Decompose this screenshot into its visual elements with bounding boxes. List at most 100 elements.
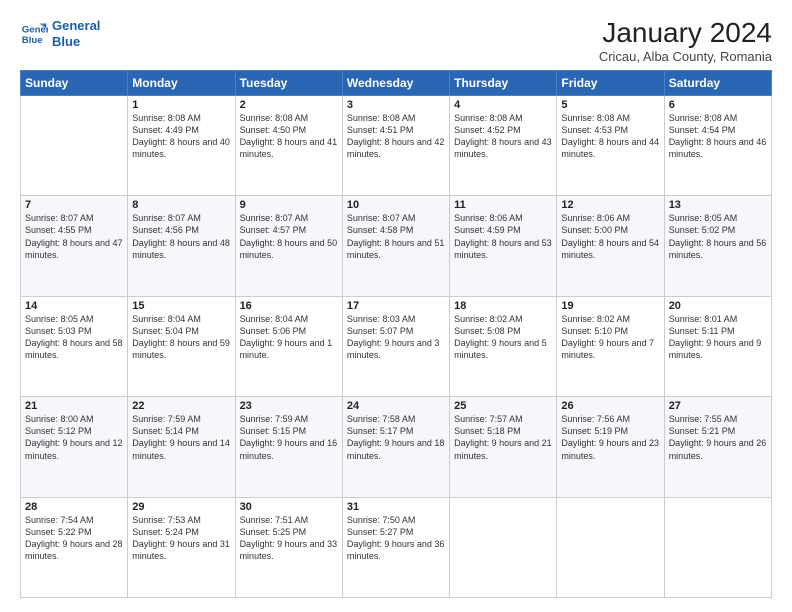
col-thursday: Thursday bbox=[450, 70, 557, 95]
table-row: 15Sunrise: 8:04 AMSunset: 5:04 PMDayligh… bbox=[128, 296, 235, 396]
day-number: 5 bbox=[561, 99, 659, 111]
day-number: 21 bbox=[25, 400, 123, 412]
day-details: Sunrise: 7:50 AMSunset: 5:27 PMDaylight:… bbox=[347, 514, 445, 563]
page-subtitle: Cricau, Alba County, Romania bbox=[599, 49, 772, 64]
table-row: 31Sunrise: 7:50 AMSunset: 5:27 PMDayligh… bbox=[342, 497, 449, 597]
day-number: 29 bbox=[132, 501, 230, 513]
day-details: Sunrise: 8:07 AMSunset: 4:57 PMDaylight:… bbox=[240, 212, 338, 261]
table-row: 23Sunrise: 7:59 AMSunset: 5:15 PMDayligh… bbox=[235, 397, 342, 497]
logo-line2: Blue bbox=[52, 34, 100, 50]
page: General Blue General Blue January 2024 C… bbox=[0, 0, 792, 612]
table-row: 26Sunrise: 7:56 AMSunset: 5:19 PMDayligh… bbox=[557, 397, 664, 497]
day-details: Sunrise: 8:00 AMSunset: 5:12 PMDaylight:… bbox=[25, 413, 123, 462]
col-tuesday: Tuesday bbox=[235, 70, 342, 95]
day-details: Sunrise: 7:55 AMSunset: 5:21 PMDaylight:… bbox=[669, 413, 767, 462]
day-number: 15 bbox=[132, 300, 230, 312]
day-number: 3 bbox=[347, 99, 445, 111]
title-block: January 2024 Cricau, Alba County, Romani… bbox=[599, 18, 772, 64]
col-sunday: Sunday bbox=[21, 70, 128, 95]
day-number: 23 bbox=[240, 400, 338, 412]
table-row: 30Sunrise: 7:51 AMSunset: 5:25 PMDayligh… bbox=[235, 497, 342, 597]
day-number: 4 bbox=[454, 99, 552, 111]
col-wednesday: Wednesday bbox=[342, 70, 449, 95]
calendar-table: Sunday Monday Tuesday Wednesday Thursday… bbox=[20, 70, 772, 598]
day-number: 10 bbox=[347, 199, 445, 211]
day-details: Sunrise: 8:08 AMSunset: 4:50 PMDaylight:… bbox=[240, 112, 338, 161]
day-details: Sunrise: 8:06 AMSunset: 4:59 PMDaylight:… bbox=[454, 212, 552, 261]
day-details: Sunrise: 7:56 AMSunset: 5:19 PMDaylight:… bbox=[561, 413, 659, 462]
day-details: Sunrise: 7:59 AMSunset: 5:14 PMDaylight:… bbox=[132, 413, 230, 462]
day-number: 27 bbox=[669, 400, 767, 412]
table-row: 17Sunrise: 8:03 AMSunset: 5:07 PMDayligh… bbox=[342, 296, 449, 396]
day-number: 24 bbox=[347, 400, 445, 412]
table-row: 19Sunrise: 8:02 AMSunset: 5:10 PMDayligh… bbox=[557, 296, 664, 396]
day-details: Sunrise: 7:59 AMSunset: 5:15 PMDaylight:… bbox=[240, 413, 338, 462]
day-details: Sunrise: 8:07 AMSunset: 4:58 PMDaylight:… bbox=[347, 212, 445, 261]
calendar-week-row: 7Sunrise: 8:07 AMSunset: 4:55 PMDaylight… bbox=[21, 196, 772, 296]
day-details: Sunrise: 8:03 AMSunset: 5:07 PMDaylight:… bbox=[347, 313, 445, 362]
svg-text:Blue: Blue bbox=[22, 34, 43, 45]
day-details: Sunrise: 8:08 AMSunset: 4:49 PMDaylight:… bbox=[132, 112, 230, 161]
day-details: Sunrise: 7:57 AMSunset: 5:18 PMDaylight:… bbox=[454, 413, 552, 462]
day-number: 8 bbox=[132, 199, 230, 211]
day-number: 22 bbox=[132, 400, 230, 412]
table-row: 8Sunrise: 8:07 AMSunset: 4:56 PMDaylight… bbox=[128, 196, 235, 296]
day-number: 19 bbox=[561, 300, 659, 312]
table-row: 14Sunrise: 8:05 AMSunset: 5:03 PMDayligh… bbox=[21, 296, 128, 396]
calendar-week-row: 28Sunrise: 7:54 AMSunset: 5:22 PMDayligh… bbox=[21, 497, 772, 597]
day-details: Sunrise: 7:53 AMSunset: 5:24 PMDaylight:… bbox=[132, 514, 230, 563]
table-row: 9Sunrise: 8:07 AMSunset: 4:57 PMDaylight… bbox=[235, 196, 342, 296]
day-number: 17 bbox=[347, 300, 445, 312]
table-row bbox=[557, 497, 664, 597]
day-number: 16 bbox=[240, 300, 338, 312]
day-details: Sunrise: 8:05 AMSunset: 5:02 PMDaylight:… bbox=[669, 212, 767, 261]
table-row: 12Sunrise: 8:06 AMSunset: 5:00 PMDayligh… bbox=[557, 196, 664, 296]
day-number: 2 bbox=[240, 99, 338, 111]
table-row: 7Sunrise: 8:07 AMSunset: 4:55 PMDaylight… bbox=[21, 196, 128, 296]
day-details: Sunrise: 7:58 AMSunset: 5:17 PMDaylight:… bbox=[347, 413, 445, 462]
table-row: 16Sunrise: 8:04 AMSunset: 5:06 PMDayligh… bbox=[235, 296, 342, 396]
calendar-week-row: 21Sunrise: 8:00 AMSunset: 5:12 PMDayligh… bbox=[21, 397, 772, 497]
day-details: Sunrise: 8:06 AMSunset: 5:00 PMDaylight:… bbox=[561, 212, 659, 261]
table-row bbox=[664, 497, 771, 597]
day-details: Sunrise: 8:02 AMSunset: 5:10 PMDaylight:… bbox=[561, 313, 659, 362]
calendar-week-row: 1Sunrise: 8:08 AMSunset: 4:49 PMDaylight… bbox=[21, 95, 772, 195]
table-row bbox=[21, 95, 128, 195]
day-details: Sunrise: 8:07 AMSunset: 4:55 PMDaylight:… bbox=[25, 212, 123, 261]
day-details: Sunrise: 7:54 AMSunset: 5:22 PMDaylight:… bbox=[25, 514, 123, 563]
day-details: Sunrise: 8:02 AMSunset: 5:08 PMDaylight:… bbox=[454, 313, 552, 362]
day-details: Sunrise: 7:51 AMSunset: 5:25 PMDaylight:… bbox=[240, 514, 338, 563]
day-number: 26 bbox=[561, 400, 659, 412]
table-row: 28Sunrise: 7:54 AMSunset: 5:22 PMDayligh… bbox=[21, 497, 128, 597]
day-number: 14 bbox=[25, 300, 123, 312]
day-details: Sunrise: 8:05 AMSunset: 5:03 PMDaylight:… bbox=[25, 313, 123, 362]
table-row: 13Sunrise: 8:05 AMSunset: 5:02 PMDayligh… bbox=[664, 196, 771, 296]
col-monday: Monday bbox=[128, 70, 235, 95]
day-number: 7 bbox=[25, 199, 123, 211]
logo-icon: General Blue bbox=[20, 20, 48, 48]
day-number: 20 bbox=[669, 300, 767, 312]
table-row: 1Sunrise: 8:08 AMSunset: 4:49 PMDaylight… bbox=[128, 95, 235, 195]
day-details: Sunrise: 8:01 AMSunset: 5:11 PMDaylight:… bbox=[669, 313, 767, 362]
day-number: 1 bbox=[132, 99, 230, 111]
table-row: 20Sunrise: 8:01 AMSunset: 5:11 PMDayligh… bbox=[664, 296, 771, 396]
day-number: 18 bbox=[454, 300, 552, 312]
day-details: Sunrise: 8:08 AMSunset: 4:53 PMDaylight:… bbox=[561, 112, 659, 161]
logo: General Blue General Blue bbox=[20, 18, 100, 49]
day-number: 11 bbox=[454, 199, 552, 211]
table-row: 21Sunrise: 8:00 AMSunset: 5:12 PMDayligh… bbox=[21, 397, 128, 497]
table-row: 25Sunrise: 7:57 AMSunset: 5:18 PMDayligh… bbox=[450, 397, 557, 497]
page-title: January 2024 bbox=[599, 18, 772, 49]
day-details: Sunrise: 8:08 AMSunset: 4:51 PMDaylight:… bbox=[347, 112, 445, 161]
day-number: 31 bbox=[347, 501, 445, 513]
col-friday: Friday bbox=[557, 70, 664, 95]
calendar-header-row: Sunday Monday Tuesday Wednesday Thursday… bbox=[21, 70, 772, 95]
day-details: Sunrise: 8:08 AMSunset: 4:54 PMDaylight:… bbox=[669, 112, 767, 161]
table-row: 5Sunrise: 8:08 AMSunset: 4:53 PMDaylight… bbox=[557, 95, 664, 195]
day-number: 28 bbox=[25, 501, 123, 513]
day-details: Sunrise: 8:04 AMSunset: 5:06 PMDaylight:… bbox=[240, 313, 338, 362]
table-row: 22Sunrise: 7:59 AMSunset: 5:14 PMDayligh… bbox=[128, 397, 235, 497]
table-row: 3Sunrise: 8:08 AMSunset: 4:51 PMDaylight… bbox=[342, 95, 449, 195]
calendar-week-row: 14Sunrise: 8:05 AMSunset: 5:03 PMDayligh… bbox=[21, 296, 772, 396]
table-row: 4Sunrise: 8:08 AMSunset: 4:52 PMDaylight… bbox=[450, 95, 557, 195]
